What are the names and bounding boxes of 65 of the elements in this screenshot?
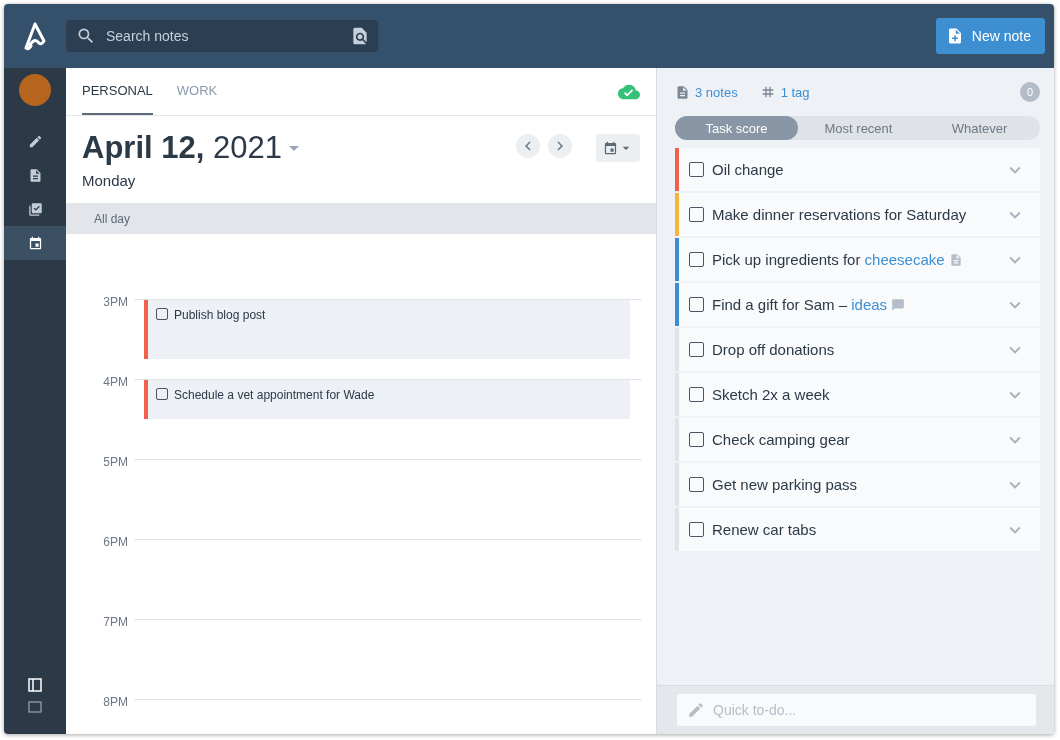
task-text: Oil change	[712, 161, 784, 178]
task-text: Pick up ingredients for	[712, 251, 862, 268]
event-title: Publish blog post	[174, 308, 266, 322]
checkbox[interactable]	[689, 522, 704, 537]
single-layout-icon[interactable]	[28, 700, 42, 714]
checkbox[interactable]	[156, 388, 168, 400]
search-input[interactable]: Search notes	[104, 27, 342, 45]
hour-label: 8PM	[103, 695, 128, 709]
hour-label: 7PM	[103, 615, 128, 629]
date-title[interactable]: April 12, 2021	[82, 130, 282, 166]
task-row[interactable]: Drop off donations	[675, 328, 1040, 371]
pencil-icon	[687, 701, 705, 719]
task-row[interactable]: Find a gift for Sam – ideas	[675, 283, 1040, 326]
checkbox[interactable]	[689, 432, 704, 447]
pencil-icon	[27, 133, 43, 149]
task-row[interactable]: Check camping gear	[675, 418, 1040, 461]
task-row[interactable]: Sketch 2x a week	[675, 373, 1040, 416]
search-field[interactable]: Search notes	[66, 20, 378, 52]
checkbox[interactable]	[689, 387, 704, 402]
note-icon	[948, 252, 963, 267]
checklist-icon	[27, 201, 43, 217]
task-row[interactable]: Oil change	[675, 148, 1040, 191]
task-text: Make dinner reservations for Saturday	[712, 206, 967, 223]
weekday: Monday	[82, 172, 137, 189]
task-text: Drop off donations	[712, 341, 835, 358]
hour-label: 6PM	[103, 535, 128, 549]
calendar-event[interactable]: Schedule a vet appointment for Wade	[144, 380, 630, 419]
calendar-icon	[27, 235, 43, 251]
quick-todo-field[interactable]: Quick to-do...	[677, 694, 1036, 726]
all-day-row: All day	[66, 203, 656, 234]
task-text: Get new parking pass	[712, 476, 858, 493]
count-badge: 0	[1020, 82, 1040, 102]
logo-icon[interactable]	[22, 21, 48, 51]
checkbox[interactable]	[689, 207, 704, 222]
event-title: Schedule a vet appointment for Wade	[174, 388, 375, 402]
checkbox[interactable]	[689, 162, 704, 177]
checkbox[interactable]	[689, 342, 704, 357]
tab[interactable]: PERSONAL	[82, 68, 153, 115]
calendar-view-button[interactable]	[596, 134, 640, 162]
comment-icon	[891, 297, 906, 312]
advanced-search-icon[interactable]	[350, 26, 370, 46]
avatar[interactable]	[19, 74, 51, 106]
task-row[interactable]: Renew car tabs	[675, 508, 1040, 551]
hour-label: 5PM	[103, 455, 128, 469]
document-icon	[675, 84, 690, 100]
checkbox[interactable]	[689, 252, 704, 267]
task-row[interactable]: Pick up ingredients for cheesecake	[675, 238, 1040, 281]
sort-tab[interactable]: Whatever	[919, 116, 1040, 140]
hour-label: 3PM	[103, 295, 128, 309]
task-text: Renew car tabs	[712, 521, 817, 538]
task-text: Sketch 2x a week	[712, 386, 830, 403]
calendar-icon	[602, 140, 618, 156]
calendar-event[interactable]: Publish blog post	[144, 300, 630, 359]
checkbox[interactable]	[156, 308, 168, 320]
task-row[interactable]: Make dinner reservations for Saturday	[675, 193, 1040, 236]
sort-tab[interactable]: Most recent	[798, 116, 919, 140]
search-icon	[76, 26, 96, 46]
task-text: Check camping gear	[712, 431, 850, 448]
hour-label: 4PM	[103, 375, 128, 389]
sidebar-layout-icon[interactable]	[28, 678, 42, 692]
task-text: Find a gift for Sam –	[712, 296, 849, 313]
checkbox[interactable]	[689, 477, 704, 492]
task-row[interactable]: Get new parking pass	[675, 463, 1040, 506]
checkbox[interactable]	[689, 297, 704, 312]
sidebar-item[interactable]	[4, 226, 66, 260]
